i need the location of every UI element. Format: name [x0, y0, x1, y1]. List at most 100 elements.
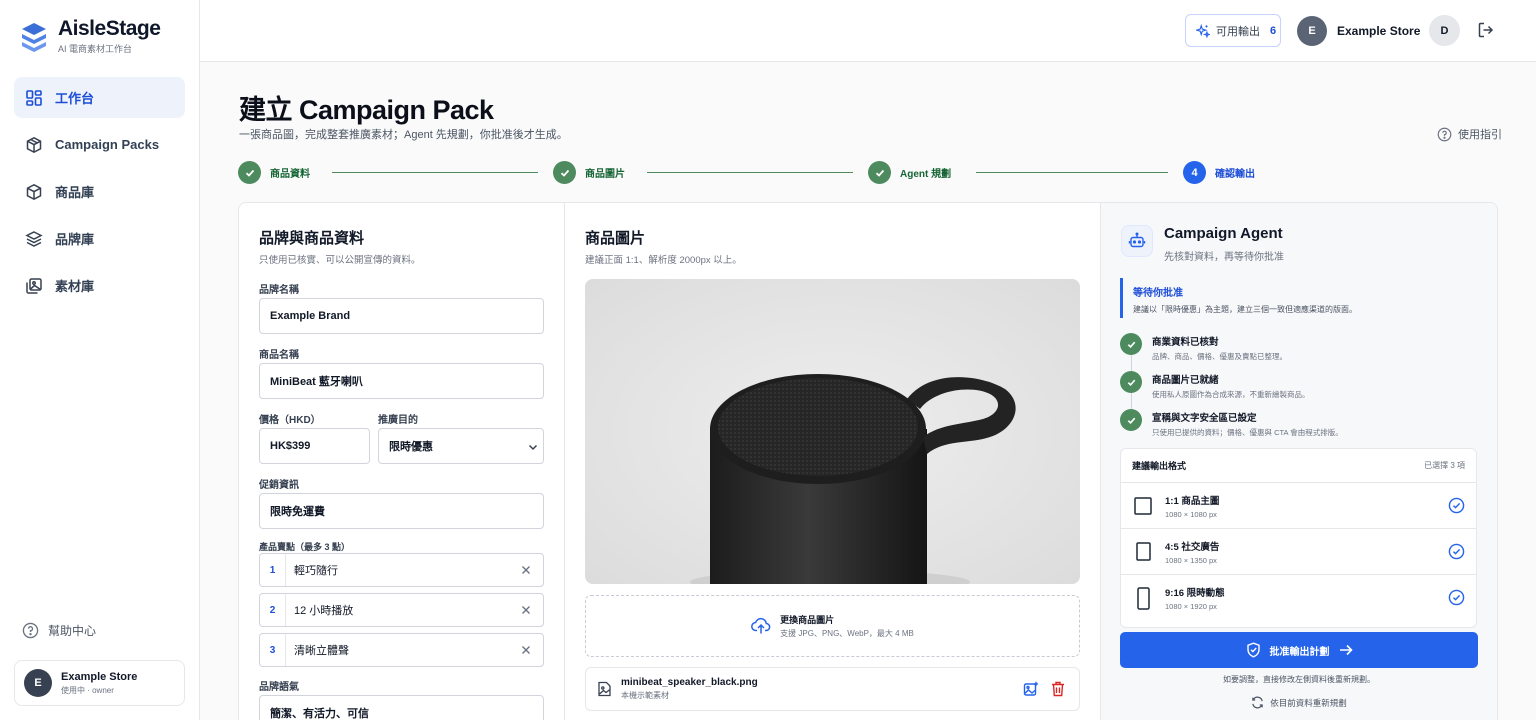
store-selector[interactable]: E Example Store [1297, 16, 1420, 46]
dashboard-icon [26, 89, 42, 106]
credits-label: 可用輸出 [1216, 25, 1260, 38]
avatar: E [24, 669, 52, 697]
promo-label: 促銷資訊 [259, 480, 299, 491]
selling-point-row[interactable]: 3 清晰立體聲 [259, 633, 544, 667]
selling-point-row[interactable]: 1 輕巧隨行 [259, 553, 544, 587]
file-name: minibeat_speaker_black.png [621, 677, 758, 688]
user-avatar[interactable]: D [1429, 15, 1460, 46]
goal-select[interactable]: 限時優惠 [378, 428, 544, 464]
square-ratio-icon [1134, 496, 1152, 515]
check-icon [1120, 409, 1142, 431]
checklist-item: 宣稱與文字安全區已設定 只使用已提供的資料；價格、優惠與 CTA 會由程式排版。 [1120, 409, 1343, 438]
close-icon[interactable] [521, 565, 531, 575]
sidebar: AisleStage AI 電商素材工作台 工作台 Campaign Packs… [0, 0, 200, 720]
close-icon[interactable] [521, 605, 531, 615]
nav-item-label: Campaign Packs [55, 137, 160, 152]
check-description: 品牌、商品、價格、優惠及賣點已整理。 [1152, 352, 1287, 361]
robot-icon [1121, 225, 1153, 257]
image-title: 商品圖片 [585, 230, 646, 247]
replan-button[interactable]: 依目前資料重新規劃 [1120, 696, 1478, 709]
product-name-label: 商品名稱 [259, 350, 299, 361]
check-circle-icon[interactable] [1448, 589, 1465, 606]
page-subtitle: 一張商品圖，完成整套推廣素材；Agent 先規劃，你批准後才生成。 [239, 129, 568, 141]
tone-input[interactable]: 簡潔、有活力、可信 [259, 695, 544, 720]
brand-name-input[interactable]: Example Brand [259, 298, 544, 334]
check-circle-icon[interactable] [1448, 497, 1465, 514]
output-formats-panel: 建議輸出格式 已選擇 3 項 1:1 商品主圖 1080 × 1080 px 4… [1120, 448, 1477, 628]
close-icon[interactable] [521, 645, 531, 655]
check-title: 宣稱與文字安全區已設定 [1152, 413, 1257, 424]
waiting-description: 建議以「限時優惠」為主題，建立三個一致但適應渠道的版面。 [1133, 305, 1357, 314]
help-circle-icon [1437, 127, 1452, 141]
account-switcher[interactable]: E Example Store 使用中 · owner [14, 660, 185, 706]
format-option-4-5[interactable]: 4:5 社交廣告 1080 × 1350 px [1121, 529, 1476, 575]
tone-label: 品牌語氣 [259, 682, 299, 693]
nav-item-products[interactable]: 商品庫 [14, 171, 185, 212]
replan-label: 依目前資料重新規劃 [1270, 697, 1347, 708]
step-product-image[interactable]: 商品圖片 [553, 161, 625, 184]
step-label: 商品圖片 [585, 169, 625, 180]
portrait-ratio-icon [1134, 542, 1152, 561]
brand-name-label: 品牌名稱 [259, 285, 299, 296]
campaign-card: 品牌與商品資料 只使用已核實、可以公開宣傳的資料。 品牌名稱 Example B… [238, 202, 1498, 720]
nav-item-label: 素材庫 [55, 279, 95, 294]
check-icon [553, 161, 576, 184]
step-agent-plan[interactable]: Agent 規劃 [868, 161, 951, 184]
credits-button[interactable]: 可用輸出 6 [1185, 14, 1281, 47]
nav-item-assets[interactable]: 素材庫 [14, 265, 185, 306]
agent-subtitle: 先核對資料，再等待你批准 [1164, 252, 1284, 263]
box-icon [26, 183, 42, 200]
file-source: 本機示範素材 [621, 691, 669, 700]
format-option-9-16[interactable]: 9:16 限時動態 1080 × 1920 px [1121, 575, 1476, 621]
point-text[interactable]: 清晰立體聲 [286, 642, 521, 658]
check-description: 只使用已提供的資料；價格、優惠與 CTA 會由程式排版。 [1152, 428, 1343, 437]
approve-plan-button[interactable]: 批准輸出計劃 [1120, 632, 1478, 668]
check-description: 使用私人原圖作為合成來源，不重新繪製商品。 [1152, 390, 1310, 399]
waiting-approval-notice: 等待你批准 建議以「限時優惠」為主題，建立三個一致但適應渠道的版面。 [1120, 278, 1476, 318]
store-name: Example Store [61, 670, 138, 683]
credits-count: 6 [1270, 24, 1277, 37]
guide-link[interactable]: 使用指引 [1437, 126, 1502, 142]
step-product-info[interactable]: 商品資料 [238, 161, 310, 184]
step-label: Agent 規劃 [900, 169, 952, 180]
images-icon [26, 277, 42, 294]
uploaded-file-row: minibeat_speaker_black.png 本機示範素材 [585, 667, 1080, 711]
logout-icon[interactable] [1477, 21, 1495, 39]
nav-item-brands[interactable]: 品牌庫 [14, 218, 185, 259]
brand-logo[interactable]: AisleStage AI 電商素材工作台 [20, 18, 161, 55]
nav-item-label: 工作台 [55, 91, 95, 106]
help-center-link[interactable]: 幫助中心 [22, 622, 96, 639]
divider [564, 203, 565, 720]
guide-label: 使用指引 [1458, 129, 1502, 141]
app-tagline: AI 電商素材工作台 [58, 44, 133, 54]
format-size: 1080 × 1080 px [1165, 509, 1217, 519]
check-icon [868, 161, 891, 184]
help-center-label: 幫助中心 [48, 624, 97, 638]
format-size: 1080 × 1920 px [1165, 602, 1217, 611]
nav-item-dashboard[interactable]: 工作台 [14, 77, 185, 118]
formats-title: 建議輸出格式 [1132, 461, 1187, 471]
step-connector [332, 172, 538, 173]
format-size: 1080 × 1350 px [1165, 555, 1217, 565]
store-role: 使用中 · owner [61, 685, 114, 695]
point-text[interactable]: 12 小時播放 [286, 602, 521, 618]
selling-point-row[interactable]: 2 12 小時播放 [259, 593, 544, 627]
layers-icon [25, 230, 43, 247]
step-confirm-output[interactable]: 4 確認輸出 [1183, 161, 1255, 184]
format-option-1-1[interactable]: 1:1 商品主圖 1080 × 1080 px [1121, 483, 1476, 529]
replace-image-icon[interactable] [1023, 681, 1039, 697]
agent-title: Campaign Agent [1164, 225, 1283, 242]
upload-dropzone[interactable]: 更換商品圖片 支援 JPG、PNG、WebP，最大 4 MB [585, 595, 1080, 657]
point-text[interactable]: 輕巧隨行 [286, 562, 521, 578]
upload-cloud-icon [751, 617, 771, 634]
arrow-right-icon [1339, 644, 1353, 656]
promo-input[interactable]: 限時免運費 [259, 493, 544, 529]
trash-icon[interactable] [1051, 681, 1065, 697]
nav-item-campaign-packs[interactable]: Campaign Packs [14, 124, 185, 165]
price-label: 價格（HKD） [259, 415, 321, 426]
product-name-input[interactable]: MiniBeat 藍牙喇叭 [259, 363, 544, 399]
avatar: E [1297, 16, 1327, 46]
check-circle-icon[interactable] [1448, 543, 1465, 560]
price-input[interactable]: HK$399 [259, 428, 370, 464]
step-connector [647, 172, 853, 173]
